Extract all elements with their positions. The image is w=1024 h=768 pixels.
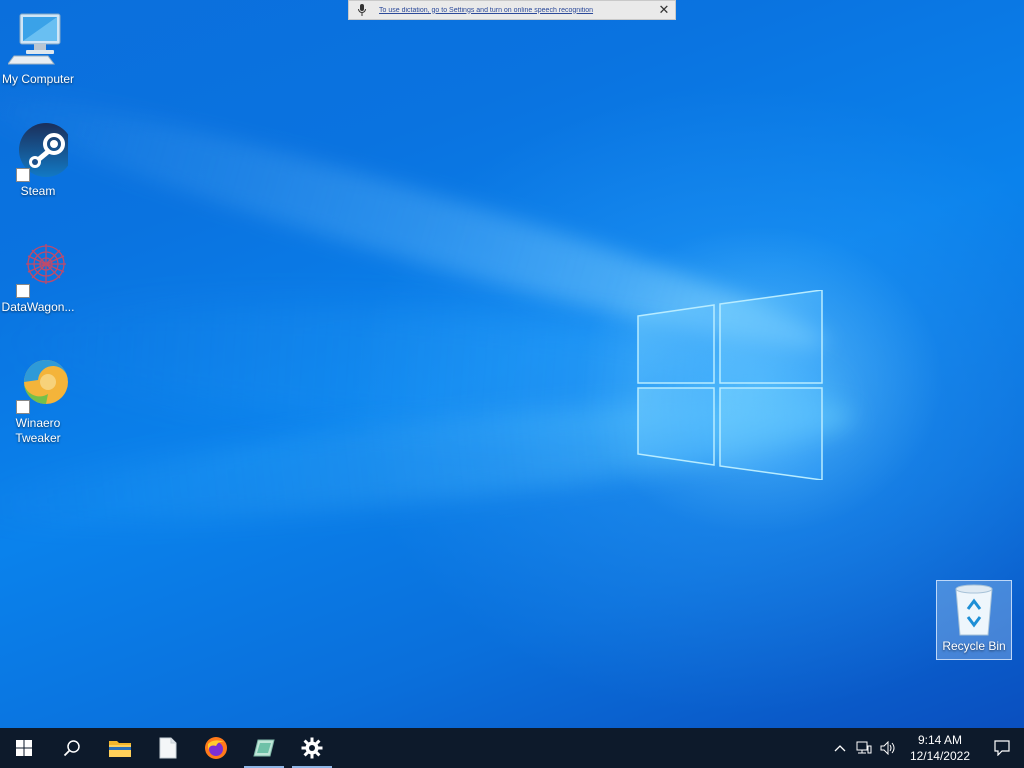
search-icon bbox=[63, 740, 80, 757]
desktop-icon-winaero-tweaker[interactable]: Winaero Tweaker bbox=[0, 354, 76, 446]
computer-icon bbox=[7, 10, 68, 70]
network-icon[interactable] bbox=[852, 728, 876, 768]
windows-start-icon bbox=[16, 740, 32, 756]
desktop-icon-steam[interactable]: Steam bbox=[0, 122, 76, 199]
windows-logo-wallpaper bbox=[637, 290, 823, 480]
clock-time: 9:14 AM bbox=[917, 733, 962, 747]
steam-icon bbox=[8, 122, 73, 182]
shortcut-arrow-icon bbox=[16, 284, 30, 298]
winaero-tweaker-icon bbox=[8, 354, 69, 414]
system-tray: 9:14 AM 12/14/2022 bbox=[828, 728, 1024, 768]
document-icon bbox=[159, 737, 177, 759]
gear-icon bbox=[301, 737, 323, 759]
action-center-icon bbox=[994, 740, 1010, 756]
datawagon-icon bbox=[8, 238, 68, 298]
taskbar: 9:14 AM 12/14/2022 bbox=[0, 728, 1024, 768]
shortcut-arrow-icon bbox=[16, 168, 30, 182]
desktop-icon-my-computer[interactable]: My Computer bbox=[0, 10, 76, 87]
action-center-button[interactable] bbox=[980, 728, 1024, 768]
label-line: Winaero bbox=[15, 416, 61, 430]
desktop-icon-label: Steam bbox=[20, 184, 56, 198]
dictation-notification[interactable]: To use dictation, go to Settings and tur… bbox=[348, 0, 676, 20]
microphone-icon bbox=[355, 3, 369, 17]
desktop-icon-label: Recycle Bin bbox=[942, 639, 1006, 653]
desktop-icon-label: My Computer bbox=[1, 72, 75, 86]
desktop-icon-label: Winaero Tweaker bbox=[0, 416, 76, 446]
notepad-button[interactable] bbox=[144, 728, 192, 768]
label-line: Tweaker bbox=[15, 431, 61, 445]
winaero-tweaker-taskbar-button[interactable] bbox=[240, 728, 288, 768]
desktop: My Computer Steam DataWagon... Winaero T… bbox=[0, 0, 1024, 728]
desktop-icon-recycle-bin[interactable]: Recycle Bin bbox=[936, 580, 1012, 660]
close-icon[interactable]: ✕ bbox=[655, 1, 673, 19]
chevron-up-icon[interactable] bbox=[828, 728, 852, 768]
shortcut-arrow-icon bbox=[16, 400, 30, 414]
clock[interactable]: 9:14 AM 12/14/2022 bbox=[900, 732, 980, 764]
start-button[interactable] bbox=[0, 728, 48, 768]
search-button[interactable] bbox=[48, 728, 96, 768]
clock-date: 12/14/2022 bbox=[909, 749, 970, 763]
settings-button[interactable] bbox=[288, 728, 336, 768]
recycle-bin-icon bbox=[944, 583, 1004, 639]
winaero-tweaker-icon bbox=[253, 739, 275, 757]
desktop-icon-label: DataWagon... bbox=[1, 300, 75, 314]
volume-icon[interactable] bbox=[876, 728, 900, 768]
desktop-icon-datawagon[interactable]: DataWagon... bbox=[0, 238, 76, 315]
file-explorer-button[interactable] bbox=[96, 728, 144, 768]
notification-message[interactable]: To use dictation, go to Settings and tur… bbox=[379, 7, 655, 14]
firefox-icon bbox=[205, 737, 227, 759]
folder-icon bbox=[109, 741, 131, 757]
firefox-button[interactable] bbox=[192, 728, 240, 768]
